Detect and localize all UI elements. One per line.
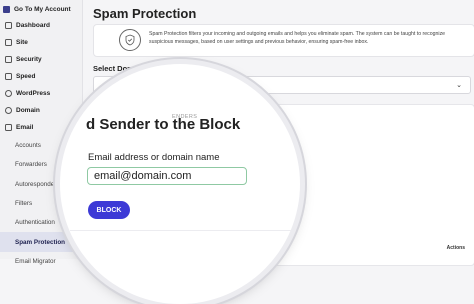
shield-icon — [119, 29, 141, 51]
sidebar-subitem-email-migrator[interactable]: Email Migrator — [0, 252, 82, 271]
column-actions-header: Actions — [446, 245, 465, 251]
rocket-icon — [5, 73, 12, 80]
chevron-down-icon: ⌄ — [456, 82, 462, 89]
info-text: Spam Protection filters your incoming an… — [149, 31, 446, 45]
sidebar-item-label: Email — [16, 124, 34, 131]
page-title: Spam Protection — [93, 6, 197, 21]
dashboard-icon — [5, 22, 12, 29]
sidebar-item-label: WordPress — [16, 90, 51, 97]
sidebar-item-label: Dashboard — [16, 22, 50, 29]
site-icon — [5, 39, 12, 46]
sidebar-item-domain[interactable]: Domain — [0, 102, 82, 119]
sidebar-subitem-spam-protection[interactable]: Spam Protection — [0, 232, 82, 252]
divider — [70, 230, 300, 231]
globe-icon — [5, 107, 12, 114]
go-to-my-account-link[interactable]: Go To My Account — [3, 3, 77, 16]
email-field-label: Email address or domain name — [88, 152, 220, 163]
sidebar-item-dashboard[interactable]: Dashboard — [0, 17, 82, 34]
sidebar-item-email[interactable]: Email — [0, 119, 82, 136]
back-arrow-icon — [3, 6, 10, 13]
sidebar-item-speed[interactable]: Speed — [0, 68, 82, 85]
envelope-icon — [5, 124, 12, 131]
sidebar-item-wordpress[interactable]: WordPress — [0, 85, 82, 102]
sidebar-item-label: Site — [16, 39, 28, 46]
email-field-value: email@domain.com — [94, 170, 192, 182]
sidebar-item-label: Speed — [16, 73, 36, 80]
block-section-title: d Sender to the Block — [86, 116, 241, 133]
magnifier-zoom: ENDERS d Sender to the Block Email addre… — [60, 64, 300, 304]
go-to-my-account-label: Go To My Account — [14, 6, 71, 13]
block-button[interactable]: BLOCK — [88, 201, 130, 219]
lock-icon — [5, 56, 12, 63]
sidebar-item-label: Security — [16, 56, 42, 63]
sidebar-item-security[interactable]: Security — [0, 51, 82, 68]
sidebar-item-site[interactable]: Site — [0, 34, 82, 51]
email-field[interactable]: email@domain.com — [87, 167, 247, 185]
wordpress-icon — [5, 90, 12, 97]
info-box: Spam Protection filters your incoming an… — [93, 24, 474, 57]
sidebar-item-label: Domain — [16, 107, 40, 114]
